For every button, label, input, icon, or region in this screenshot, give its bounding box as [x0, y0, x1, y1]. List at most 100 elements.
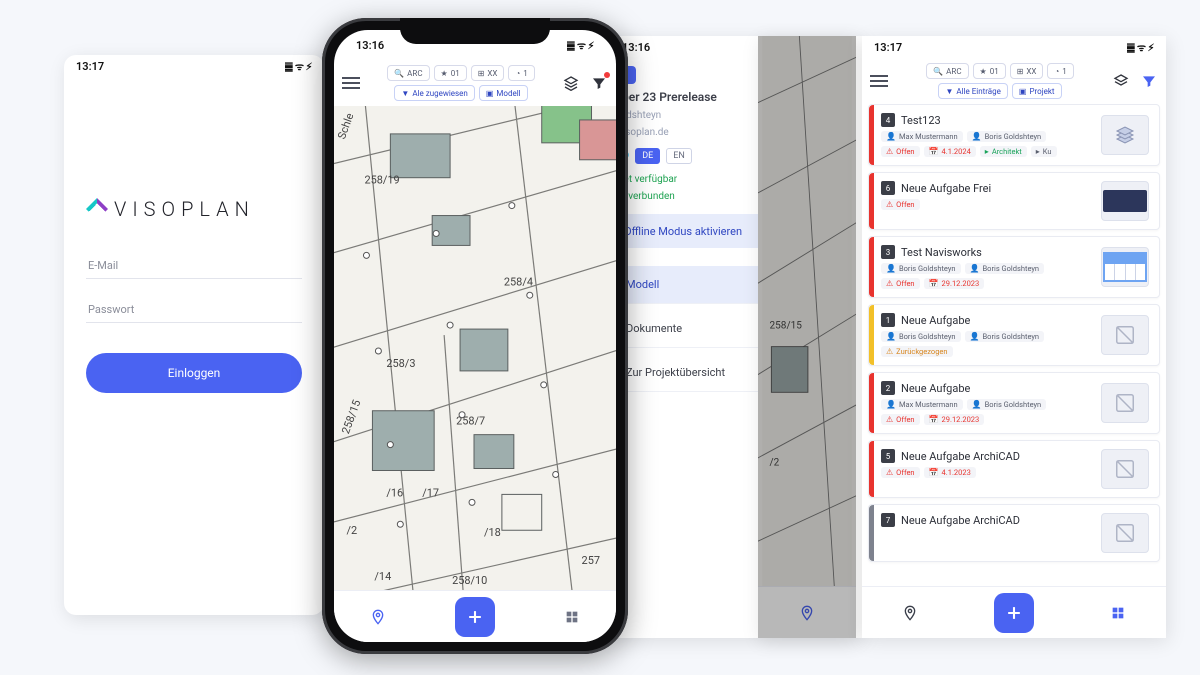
- parcel-label: 258/15: [770, 320, 803, 331]
- warning-icon: ⚠: [886, 347, 893, 356]
- assignee-chip: 👤Boris Goldshteyn: [965, 331, 1045, 342]
- filter-button[interactable]: [590, 74, 608, 92]
- bottom-nav: [334, 590, 616, 642]
- task-card[interactable]: 6Neue Aufgabe Frei⚠Offen: [868, 172, 1160, 230]
- task-number: 6: [881, 181, 895, 195]
- parcel-label: /2: [347, 524, 358, 537]
- parcel-label: 258/4: [504, 275, 533, 288]
- screen-tasks: 13:17 ䷀ ᯤ ⚡︎ 🔍ARC ★01 ⊞XX ◔1 ▼Alle Eintr…: [862, 36, 1166, 638]
- warning-icon: ⚠: [886, 468, 893, 477]
- nav-location-icon[interactable]: [796, 602, 818, 624]
- date-chip: 📅4.1.2023: [924, 467, 976, 478]
- assignee-chip: 👤Boris Goldshteyn: [881, 331, 961, 342]
- filter-button[interactable]: [1140, 72, 1158, 90]
- warning-icon: ⚠: [886, 415, 893, 424]
- task-number: 1: [881, 313, 895, 327]
- tag-icon: ▸: [985, 147, 989, 156]
- task-number: 7: [881, 513, 895, 527]
- layers-button[interactable]: [562, 74, 580, 92]
- chip-count[interactable]: ◔1: [508, 65, 534, 81]
- parcel-label: 258/10: [452, 574, 487, 587]
- person-icon: 👤: [970, 332, 980, 341]
- task-card[interactable]: 1 Neue Aufgabe 👤Boris Goldshteyn 👤Boris Gol…: [868, 304, 1160, 366]
- logo-mark-icon: [86, 198, 108, 220]
- top-toolbar: 🔍ARC ★01 ⊞XX ◔1 ▼Ale zugewiesen ▣Modell: [334, 60, 616, 106]
- task-title-text: Neue Aufgabe Frei: [901, 182, 991, 195]
- lang-de-button[interactable]: DE: [635, 148, 660, 164]
- phone-device-frame: 13:16 ䷀ ᯤ ⚡︎ 🔍ARC ★01 ⊞XX ◔1 ▼Ale zugewi…: [322, 18, 628, 654]
- nav-grid-icon[interactable]: [1107, 602, 1129, 624]
- task-card[interactable]: 5 Neue Aufgabe ArchiCAD ⚠Offen 📅4.1.2023: [868, 440, 1160, 498]
- chip-search[interactable]: 🔍ARC: [926, 63, 968, 79]
- task-number: 5: [881, 449, 895, 463]
- nav-location-icon[interactable]: [367, 606, 389, 628]
- assignee-chip: 👤Boris Goldshteyn: [967, 399, 1047, 410]
- task-card[interactable]: 4Test123👤Max Mustermann👤Boris Goldshteyn…: [868, 104, 1160, 166]
- person-icon: 👤: [972, 132, 982, 141]
- parcel-label: /2: [770, 457, 780, 468]
- chip-count[interactable]: ◔1: [1047, 63, 1073, 79]
- nav-location-icon[interactable]: [899, 602, 921, 624]
- task-thumbnail: [1101, 315, 1149, 355]
- chip-scope-project[interactable]: ▣Projekt: [1012, 83, 1062, 99]
- task-list[interactable]: 4Test123👤Max Mustermann👤Boris Goldshteyn…: [862, 104, 1166, 586]
- parcel-label: 257: [582, 554, 600, 567]
- warning-icon: ⚠: [886, 279, 893, 288]
- task-card[interactable]: 2Neue Aufgabe👤Max Mustermann👤Boris Golds…: [868, 372, 1160, 434]
- task-title-text: Neue Aufgabe: [901, 382, 970, 395]
- menu-icon[interactable]: [342, 77, 360, 89]
- clock-icon: ◔: [1054, 67, 1059, 76]
- password-field[interactable]: Passwort: [86, 289, 302, 323]
- chip-favorite[interactable]: ★01: [434, 65, 467, 81]
- bottom-nav: [758, 586, 856, 638]
- login-button[interactable]: Einloggen: [86, 353, 302, 393]
- tag-icon: ⊞: [1017, 67, 1024, 76]
- person-icon: 👤: [972, 400, 982, 409]
- assignee-chip: 👤Boris Goldshteyn: [881, 263, 961, 274]
- task-title-text: Neue Aufgabe ArchiCAD: [901, 450, 1020, 463]
- task-thumbnail: [1101, 513, 1149, 553]
- parcel-label: /18: [484, 526, 501, 539]
- map-canvas[interactable]: Schle 258/19 258/4 258/3 258/15 258/7 /1…: [334, 106, 616, 590]
- search-icon: 🔍: [933, 67, 943, 76]
- screen-map: 13:16 ䷀ ᯤ ⚡︎ 🔍ARC ★01 ⊞XX ◔1 ▼Ale zugewi…: [334, 30, 616, 642]
- task-card[interactable]: 3Test Navisworks👤Boris Goldshteyn👤Boris …: [868, 236, 1160, 298]
- calendar-icon: 📅: [929, 415, 939, 424]
- nav-grid-icon[interactable]: [561, 606, 583, 628]
- chip-layer-model[interactable]: ▣Modell: [479, 85, 528, 101]
- nav-add-button[interactable]: [994, 593, 1034, 633]
- task-title-text: Neue Aufgabe: [901, 314, 970, 327]
- map-canvas: 258/15 /2: [758, 36, 856, 586]
- calendar-icon: 📅: [929, 147, 939, 156]
- chip-xx[interactable]: ⊞XX: [471, 65, 505, 81]
- brand-logo: VISOPLAN: [86, 197, 302, 221]
- chip-filter-all[interactable]: ▼Alle Einträge: [938, 83, 1007, 99]
- nav-add-button[interactable]: [455, 597, 495, 637]
- chip-favorite[interactable]: ★01: [973, 63, 1006, 79]
- status-bar: 13:17 ䷀ ᯤ ⚡︎: [64, 55, 324, 77]
- status-chip: ⚠Offen: [881, 414, 920, 425]
- chip-filter-assigned[interactable]: ▼Ale zugewiesen: [394, 85, 474, 101]
- screen-map-dimmed: 258/15 /2: [758, 36, 856, 638]
- parcel-label: 258/19: [364, 174, 399, 187]
- filter-icon: ▼: [945, 87, 953, 96]
- tag-chip: ▸Ku: [1031, 146, 1057, 157]
- chip-search[interactable]: 🔍ARC: [387, 65, 429, 81]
- status-chip: ⚠Offen: [881, 467, 920, 478]
- assignee-chip: 👤Boris Goldshteyn: [967, 131, 1047, 142]
- parcel-label: /14: [374, 570, 391, 583]
- menu-icon[interactable]: [870, 75, 888, 87]
- brand-wordmark: VISOPLAN: [114, 197, 255, 221]
- date-chip: 📅4.1.2024: [924, 146, 976, 157]
- top-toolbar: 🔍ARC ★01 ⊞XX ◔1 ▼Alle Einträge ▣Projekt: [862, 58, 1166, 104]
- assignee-chip: 👤Boris Goldshteyn: [965, 263, 1045, 274]
- task-thumbnail: [1101, 449, 1149, 489]
- lang-en-button[interactable]: EN: [666, 148, 692, 164]
- status-time: 13:16: [356, 39, 384, 52]
- task-card[interactable]: 7 Neue Aufgabe ArchiCAD: [868, 504, 1160, 562]
- chip-xx[interactable]: ⊞XX: [1010, 63, 1044, 79]
- status-bar: 13:17 ䷀ ᯤ ⚡︎: [862, 36, 1166, 58]
- email-field[interactable]: E-Mail: [86, 245, 302, 279]
- task-title-text: Neue Aufgabe ArchiCAD: [901, 514, 1020, 527]
- layers-button[interactable]: [1112, 72, 1130, 90]
